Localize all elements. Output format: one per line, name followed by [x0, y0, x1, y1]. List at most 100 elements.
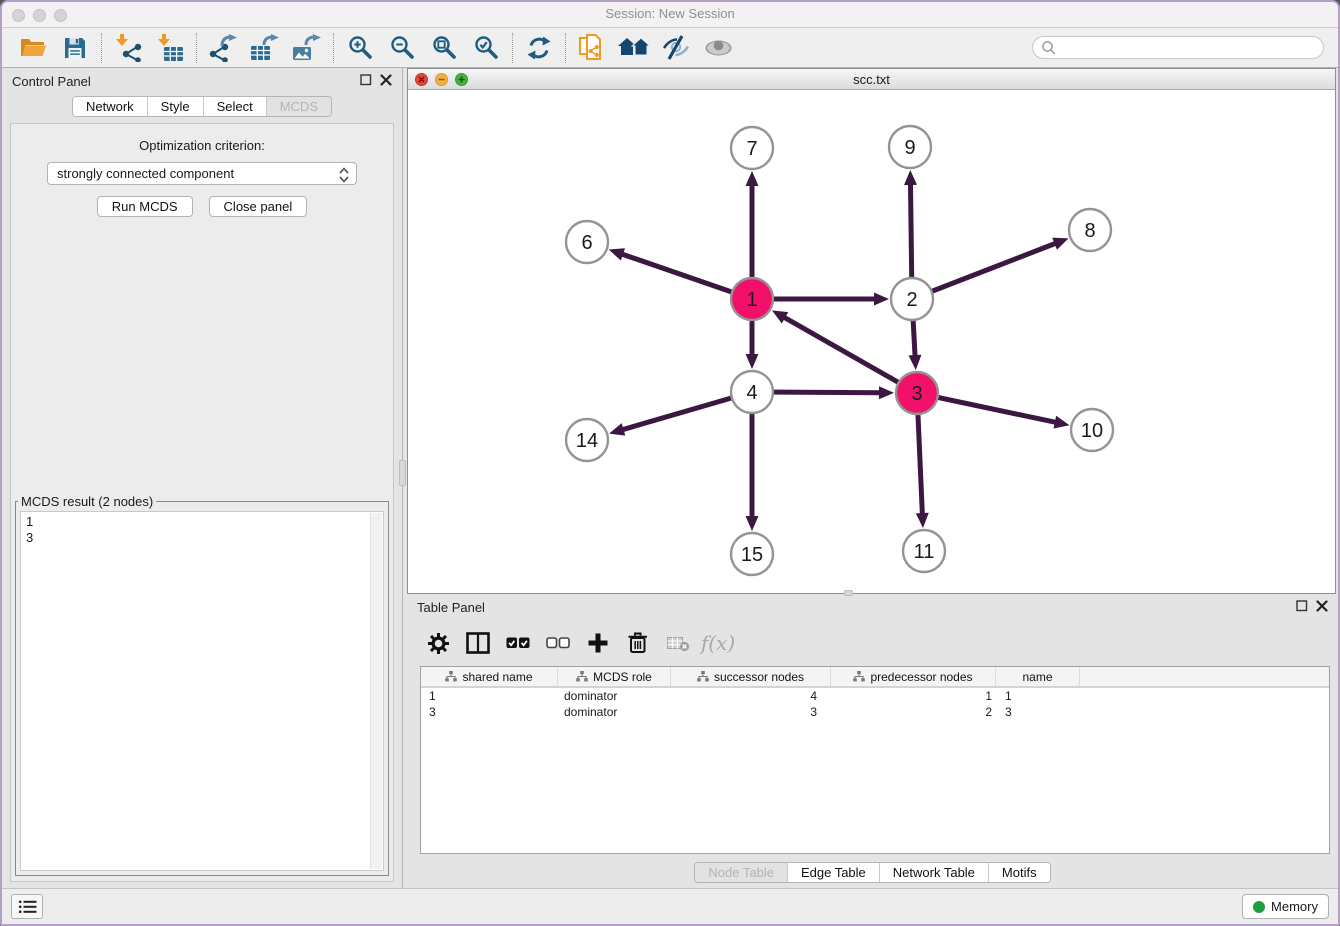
search-input[interactable] [1061, 40, 1315, 55]
memory-status-icon [1253, 901, 1265, 913]
mcds-result-title: MCDS result (2 nodes) [18, 494, 156, 509]
network-view-window: scc.txt 7968124314101511 [407, 68, 1336, 594]
table-mode-icon[interactable] [420, 626, 456, 660]
import-network-icon[interactable] [107, 31, 149, 65]
delete-table-icon [660, 626, 696, 660]
refresh-view-icon[interactable] [518, 31, 560, 65]
close-panel-icon[interactable] [380, 74, 392, 86]
show-columns-icon[interactable] [460, 626, 496, 660]
tab-mcds[interactable]: MCDS [266, 97, 331, 116]
export-network-icon[interactable] [202, 31, 244, 65]
column-header-successor-nodes[interactable]: successor nodes [671, 667, 831, 686]
toolbar-separator [512, 33, 513, 63]
add-column-icon[interactable] [580, 626, 616, 660]
cell-successor-nodes[interactable]: 3 [671, 705, 831, 719]
export-table-icon[interactable] [244, 31, 286, 65]
memory-button[interactable]: Memory [1242, 894, 1329, 919]
delete-column-icon[interactable] [620, 626, 656, 660]
close-table-panel-icon[interactable] [1316, 600, 1328, 612]
cell-mcds-role[interactable]: dominator [558, 689, 671, 703]
search-box[interactable] [1032, 36, 1324, 59]
function-builder-icon: f(x) [700, 626, 736, 660]
cell-mcds-role[interactable]: dominator [558, 705, 671, 719]
toolbar-separator [101, 33, 102, 63]
mcds-panel-content: Optimization criterion: strongly connect… [10, 123, 394, 882]
save-session-icon[interactable] [54, 31, 96, 65]
horizontal-splitter-handle[interactable] [844, 590, 853, 596]
control-panel-header: Control Panel [2, 68, 402, 94]
cell-predecessor-nodes[interactable]: 2 [831, 705, 996, 719]
float-table-panel-icon[interactable] [1296, 600, 1308, 612]
column-header-predecessor-nodes[interactable]: predecessor nodes [831, 667, 996, 686]
hide-graphics-details-icon[interactable] [655, 31, 697, 65]
zoom-selected-icon[interactable] [465, 31, 507, 65]
list-icon [18, 899, 37, 915]
node-table[interactable]: shared name MCDS role successor nodes [420, 666, 1330, 854]
open-file-icon[interactable] [12, 31, 54, 65]
graph-edge-arrow [746, 516, 759, 531]
optimization-criterion-select[interactable]: strongly connected component [47, 162, 357, 185]
network-window-titlebar[interactable]: scc.txt [408, 69, 1335, 90]
column-header-name[interactable]: name [996, 667, 1080, 686]
sort-hierarchy-icon [853, 671, 865, 682]
float-panel-icon[interactable] [360, 74, 372, 86]
sort-hierarchy-icon [697, 671, 709, 682]
table-row[interactable]: 1 dominator 4 1 1 [421, 688, 1329, 704]
column-header-mcds-role[interactable]: MCDS role [558, 667, 671, 686]
graph-node-label: 15 [741, 544, 763, 566]
cell-successor-nodes[interactable]: 4 [671, 689, 831, 703]
graph-edge-3-1[interactable] [784, 317, 917, 393]
cell-name[interactable]: 3 [996, 705, 1080, 719]
control-panel: Control Panel Network Style Select MCDS … [2, 68, 403, 888]
column-header-shared-name[interactable]: shared name [421, 667, 558, 686]
search-icon [1041, 40, 1057, 56]
result-scrollbar[interactable] [370, 513, 382, 869]
cell-shared-name[interactable]: 3 [421, 705, 558, 719]
graph-edge-arrow [1052, 238, 1068, 250]
cell-shared-name[interactable]: 1 [421, 689, 558, 703]
tab-style[interactable]: Style [147, 97, 203, 116]
task-history-button[interactable] [11, 894, 43, 919]
table-row[interactable]: 3 dominator 3 2 3 [421, 704, 1329, 720]
application-window: Session: New Session [0, 0, 1340, 926]
network-canvas[interactable]: 7968124314101511 [408, 90, 1335, 593]
import-table-icon[interactable] [149, 31, 191, 65]
tab-motifs[interactable]: Motifs [988, 863, 1050, 882]
home-icon[interactable] [613, 31, 655, 65]
table-toolbar: f(x) [420, 622, 1330, 664]
graph-edge-arrow [908, 355, 921, 370]
tab-select[interactable]: Select [203, 97, 266, 116]
select-all-icon[interactable] [500, 626, 536, 660]
zoom-fit-icon[interactable] [423, 31, 465, 65]
graph-node-label: 1 [746, 289, 757, 311]
close-panel-button[interactable]: Close panel [209, 196, 308, 217]
vertical-splitter-handle[interactable] [399, 460, 406, 486]
tab-node-table[interactable]: Node Table [695, 863, 787, 882]
graph-edge-arrow [609, 423, 625, 435]
new-network-from-selection-icon[interactable] [571, 31, 613, 65]
show-graphics-details-icon[interactable] [697, 31, 739, 65]
mcds-result-list[interactable]: 1 3 [20, 511, 384, 871]
run-mcds-button[interactable]: Run MCDS [97, 196, 193, 217]
toolbar-separator [333, 33, 334, 63]
graph-edge-arrow [874, 293, 889, 306]
right-area: scc.txt 7968124314101511 Table Panel [407, 68, 1338, 888]
graph-node-label: 8 [1084, 220, 1095, 242]
tab-edge-table[interactable]: Edge Table [787, 863, 879, 882]
graph-edge-arrow [746, 354, 759, 369]
graph-node-label: 6 [581, 232, 592, 254]
cell-predecessor-nodes[interactable]: 1 [831, 689, 996, 703]
tab-network[interactable]: Network [73, 97, 147, 116]
graph-edge-arrow [746, 171, 759, 186]
tab-network-table[interactable]: Network Table [879, 863, 988, 882]
graph-edge-2-8[interactable] [912, 243, 1056, 299]
graph-node-label: 4 [746, 382, 757, 404]
export-image-icon[interactable] [286, 31, 328, 65]
node-table-header: shared name MCDS role successor nodes [421, 667, 1329, 688]
os-titlebar: Session: New Session [2, 2, 1338, 28]
zoom-out-icon[interactable] [381, 31, 423, 65]
zoom-in-icon[interactable] [339, 31, 381, 65]
deselect-all-icon[interactable] [540, 626, 576, 660]
graph-edge-arrow [904, 170, 917, 185]
cell-name[interactable]: 1 [996, 689, 1080, 703]
